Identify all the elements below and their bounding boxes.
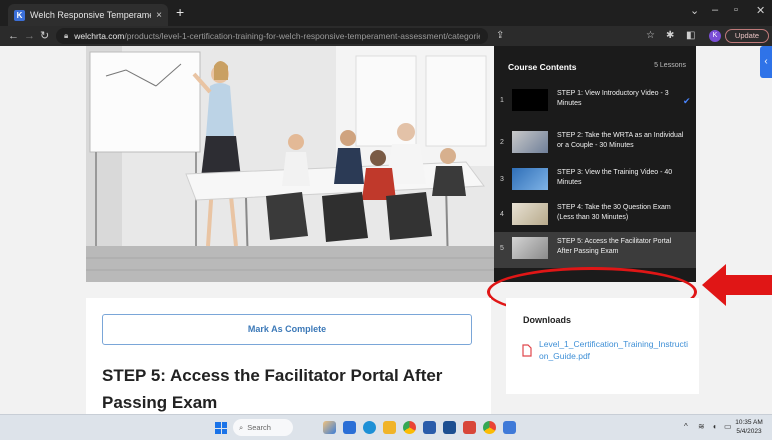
lesson-thumbnail — [512, 237, 548, 259]
update-button[interactable]: Update — [725, 29, 769, 43]
pdf-file-icon — [522, 344, 532, 357]
maximize-icon[interactable]: ▫ — [734, 4, 738, 16]
lesson-item[interactable]: 3 STEP 3: View the Training Video - 40 M… — [494, 163, 696, 199]
extensions-puzzle-icon[interactable]: ✱ — [666, 30, 674, 42]
browser-toolbar: ← → ↻ 🔒︎ welchrta.com/products/level-1-c… — [0, 26, 772, 46]
annotation-arrow-icon — [702, 264, 772, 306]
volume-icon[interactable]: ◖ — [712, 422, 717, 431]
lesson-title: STEP 2: Take the WRTA as an Individual o… — [557, 132, 684, 149]
tab-search-chevron-icon[interactable]: ⌄ — [690, 4, 699, 17]
lesson-thumbnail — [512, 168, 548, 190]
share-icon[interactable]: ⇪ — [496, 30, 504, 42]
new-tab-button[interactable]: + — [176, 4, 184, 20]
chrome-profile-icon[interactable] — [483, 421, 496, 434]
app-icon[interactable] — [463, 421, 476, 434]
tab-title: Welch Responsive Temperament — [30, 10, 152, 20]
lesson-heading: STEP 5: Access the Facilitator Portal Af… — [102, 366, 443, 412]
wifi-icon[interactable]: ≋ — [698, 422, 705, 431]
teams-icon[interactable] — [343, 421, 356, 434]
lesson-count: 5 Lessons — [654, 62, 686, 69]
url-text: welchrta.com/products/level-1-certificat… — [74, 31, 480, 41]
lesson-content-card: Mark As Complete STEP 5: Access the Faci… — [86, 298, 491, 414]
completed-check-icon: ✔ — [683, 96, 691, 106]
lesson-thumbnail — [512, 203, 548, 225]
lesson-item[interactable]: 4 STEP 4: Take the 30 Question Exam (Les… — [494, 198, 696, 234]
chrome-browser-icon[interactable] — [403, 421, 416, 434]
sidebar-icon[interactable]: ◧ — [686, 30, 695, 42]
word-icon[interactable] — [443, 421, 456, 434]
bookmark-star-icon[interactable]: ☆ — [646, 30, 655, 42]
browser-tab-bar: K Welch Responsive Temperament × + ⌄ – ▫… — [0, 0, 772, 26]
course-contents-panel: Course Contents 5 Lessons 1 STEP 1: View… — [494, 46, 696, 282]
lesson-number: 4 — [500, 211, 504, 218]
lesson-item[interactable]: 2 STEP 2: Take the WRTA as an Individual… — [494, 126, 696, 162]
forward-arrow-icon[interactable]: → — [24, 29, 35, 43]
lesson-item[interactable]: 1 STEP 1: View Introductory Video - 3 Mi… — [494, 84, 696, 120]
widgets-icon[interactable] — [323, 421, 336, 434]
tab-close-icon[interactable]: × — [156, 10, 162, 21]
taskbar-search[interactable]: ⌕ Search — [233, 419, 293, 436]
course-contents-header: Course Contents 5 Lessons — [508, 62, 686, 76]
lesson-thumbnail — [512, 89, 548, 111]
store-icon[interactable] — [503, 421, 516, 434]
lesson-title: STEP 1: View Introductory Video - 3 Minu… — [557, 90, 669, 107]
site-favicon-icon: K — [14, 9, 25, 21]
lesson-thumbnail — [512, 131, 548, 153]
lesson-hero-image — [86, 46, 494, 282]
edge-browser-icon[interactable] — [363, 421, 376, 434]
lesson-title: STEP 5: Access the Facilitator Portal Af… — [557, 238, 672, 255]
browser-tab[interactable]: K Welch Responsive Temperament × — [8, 4, 168, 26]
mark-as-complete-button[interactable]: Mark As Complete — [102, 314, 472, 345]
download-file-link[interactable]: Level_1_Certification_Training_Instructi… — [539, 338, 689, 362]
file-explorer-icon[interactable] — [383, 421, 396, 434]
downloads-card: Downloads Level_1_Certification_Training… — [506, 298, 699, 394]
reload-icon[interactable]: ↻ — [40, 29, 49, 43]
clock-time: 10:35 AM — [735, 419, 763, 426]
windows-taskbar: ⌕ Search ^ ≋ ◖ ▭ 10:35 AM 5/4/2023 — [0, 414, 772, 440]
lesson-number: 1 — [500, 97, 504, 104]
outlook-icon[interactable] — [423, 421, 436, 434]
battery-icon[interactable]: ▭ — [724, 422, 732, 431]
page-content: Course Contents 5 Lessons 1 STEP 1: View… — [0, 46, 772, 414]
back-arrow-icon[interactable]: ← — [8, 29, 19, 43]
taskbar-clock[interactable]: 10:35 AM 5/4/2023 — [734, 418, 764, 436]
course-contents-title: Course Contents — [508, 62, 577, 72]
clock-date: 5/4/2023 — [736, 428, 762, 435]
tray-chevron-icon[interactable]: ^ — [684, 422, 688, 431]
lesson-number: 2 — [500, 139, 504, 146]
collapse-panel-button[interactable]: ‹ — [760, 46, 772, 78]
lock-icon: 🔒︎ — [64, 31, 69, 40]
lesson-number: 5 — [500, 245, 504, 252]
search-icon: ⌕ — [239, 422, 244, 432]
windows-start-icon[interactable] — [215, 422, 227, 434]
lesson-title: STEP 4: Take the 30 Question Exam (Less … — [557, 204, 671, 221]
window-close-icon[interactable]: ✕ — [756, 4, 765, 17]
lesson-title: STEP 3: View the Training Video - 40 Min… — [557, 169, 673, 186]
taskbar-search-label: Search — [247, 423, 271, 432]
lesson-number: 3 — [500, 176, 504, 183]
lesson-item-active[interactable]: 5 STEP 5: Access the Facilitator Portal … — [494, 232, 696, 268]
address-bar[interactable]: 🔒︎ welchrta.com/products/level-1-certifi… — [56, 28, 488, 44]
downloads-title: Downloads — [523, 315, 572, 325]
profile-avatar[interactable]: K — [709, 30, 721, 42]
minimize-icon[interactable]: – — [712, 4, 718, 16]
